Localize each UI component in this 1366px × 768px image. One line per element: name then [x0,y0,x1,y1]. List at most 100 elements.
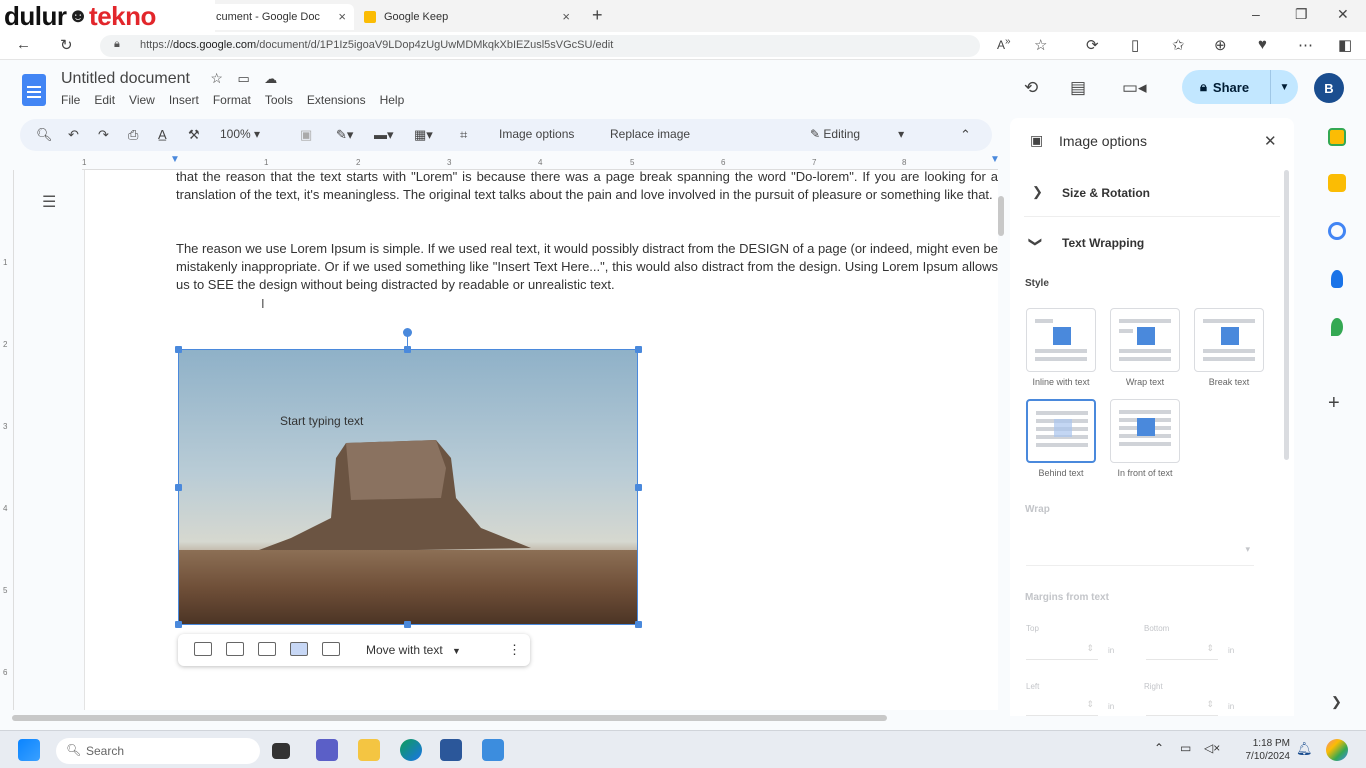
extension-icon[interactable]: ⟳ [1086,36,1099,54]
keep-icon[interactable] [1328,174,1346,192]
paragraph-1[interactable]: that the reason that the text starts wit… [176,168,998,204]
favorites-icon[interactable]: ✩ [1172,36,1185,54]
menu-view[interactable]: View [129,93,155,107]
expand-panel-icon[interactable]: ❯ [1331,694,1342,710]
file-explorer-icon[interactable] [358,739,380,761]
horizontal-scrollbar[interactable] [12,715,887,721]
teams-icon[interactable] [316,739,338,761]
task-view-icon[interactable] [272,743,290,759]
insert-comment-icon[interactable]: ▣ [300,127,312,143]
front-text-option-icon[interactable] [322,642,340,656]
calendar-icon[interactable] [1328,128,1346,146]
photos-icon[interactable] [482,739,504,761]
undo-icon[interactable]: ↶ [68,127,79,143]
resize-handle[interactable] [175,346,182,353]
size-rotation-section[interactable]: ❯ Size & Rotation [1024,174,1280,212]
menu-file[interactable]: File [61,93,80,107]
replace-image-button[interactable]: Replace image [610,127,690,141]
close-tab-icon[interactable]: × [338,9,346,24]
comments-icon[interactable]: ▤ [1070,78,1086,98]
document-title[interactable]: Untitled document ☆ ▭ ☁ [61,70,277,88]
share-button[interactable]: 🔒︎ Share ▼ [1182,70,1298,104]
add-addon-icon[interactable]: + [1328,392,1340,415]
favorite-star-icon[interactable]: ☆ [1034,36,1047,54]
right-indent-marker-icon[interactable]: ▼ [990,154,1000,165]
notification-bell-icon[interactable]: 🔔︎ [1296,741,1313,757]
cloud-status-icon[interactable]: ☁ [264,71,277,86]
resize-handle[interactable] [635,484,642,491]
taskbar-clock[interactable]: 1:18 PM 7/10/2024 [1232,737,1291,763]
reload-icon[interactable]: ↻ [60,36,73,54]
speaker-icon[interactable]: ◁× [1204,741,1220,755]
tab-google-docs[interactable]: cument - Google Doc × [208,4,354,30]
paragraph-2[interactable]: The reason we use Lorem Ipsum is simple.… [176,240,998,294]
back-icon[interactable]: ← [16,36,31,53]
wrap-option-icon[interactable] [226,642,244,656]
maximize-icon[interactable]: ❐ [1295,6,1308,23]
style-behind-text[interactable] [1026,399,1096,463]
close-tab-icon[interactable]: × [562,9,570,24]
zoom-select[interactable]: 100% ▾ [220,127,260,141]
star-icon[interactable]: ☆ [210,70,223,86]
paint-format-icon[interactable]: ⚒ [188,127,200,143]
selected-image[interactable] [178,349,638,625]
close-window-icon[interactable]: ✕ [1337,6,1349,23]
search-menus-icon[interactable]: 🔍︎ [36,127,53,143]
read-aloud-icon[interactable]: A» [997,36,1011,52]
position-mode-select[interactable]: Move with text ▼ [366,643,461,657]
print-icon[interactable]: ⎙ [128,127,138,143]
sidebar-toggle-icon[interactable]: ◧ [1338,36,1352,54]
collapse-toolbar-icon[interactable]: ⌃ [960,127,971,143]
share-dropdown-icon[interactable]: ▼ [1270,70,1298,104]
move-folder-icon[interactable]: ▭ [237,71,249,86]
resize-handle[interactable] [175,621,182,628]
border-weight-icon[interactable]: ▬▾ [374,127,394,143]
menu-format[interactable]: Format [213,93,251,107]
margin-right-input[interactable]: ⇕ [1146,696,1218,716]
menu-tools[interactable]: Tools [265,93,293,107]
crop-icon[interactable]: ⌗ [460,127,467,143]
menu-extensions[interactable]: Extensions [307,93,366,107]
image-options-button[interactable]: Image options [499,127,574,141]
network-icon[interactable]: ▭ [1180,741,1191,755]
taskbar-search[interactable]: 🔍︎ Search [56,738,260,764]
menu-insert[interactable]: Insert [169,93,199,107]
close-panel-icon[interactable]: ✕ [1264,132,1277,150]
edge-icon[interactable] [400,739,422,761]
copilot-icon[interactable] [1326,739,1348,761]
resize-handle[interactable] [635,621,642,628]
indent-marker-icon[interactable]: ▼ [170,154,180,165]
docs-logo-icon[interactable] [22,74,46,106]
style-inline-with-text[interactable] [1026,308,1096,372]
meet-icon[interactable]: ▭◂ [1122,78,1147,98]
style-in-front-of-text[interactable] [1110,399,1180,463]
more-options-icon[interactable]: ⋮ [508,642,521,658]
redo-icon[interactable]: ↷ [98,127,109,143]
version-history-icon[interactable]: ⟲ [1024,78,1038,98]
margin-left-input[interactable]: ⇕ [1026,696,1098,716]
tasks-icon[interactable] [1328,222,1346,240]
store-icon[interactable] [440,739,462,761]
break-option-icon[interactable] [258,642,276,656]
tab-google-keep[interactable]: Google Keep × [356,4,578,30]
avatar[interactable]: B [1314,73,1344,103]
panel-scrollbar[interactable] [1284,170,1289,460]
resize-handle[interactable] [635,346,642,353]
editing-mode-select[interactable]: ✎ Editing ▾ [810,127,904,141]
inline-option-icon[interactable] [194,642,212,656]
wrap-select[interactable]: ▾ [1026,536,1254,566]
collections-icon[interactable]: ⊕ [1214,36,1227,54]
browser-essentials-icon[interactable]: ♥ [1258,36,1267,53]
url-field[interactable]: 🔒︎ https://docs.google.com/document/d/1P… [100,35,980,57]
minimize-icon[interactable]: – [1252,6,1260,22]
rotate-handle[interactable] [403,328,412,337]
resize-handle[interactable] [175,484,182,491]
vertical-scrollbar[interactable] [998,196,1004,236]
menu-help[interactable]: Help [380,93,405,107]
style-break-text[interactable] [1194,308,1264,372]
image-overlay-text[interactable]: Start typing text [280,414,363,428]
spellcheck-icon[interactable]: A̲ [158,127,167,142]
split-screen-icon[interactable]: ▯ [1131,36,1139,54]
windows-start-icon[interactable] [18,739,40,761]
text-wrapping-section[interactable]: ❯ Text Wrapping [1024,224,1280,262]
